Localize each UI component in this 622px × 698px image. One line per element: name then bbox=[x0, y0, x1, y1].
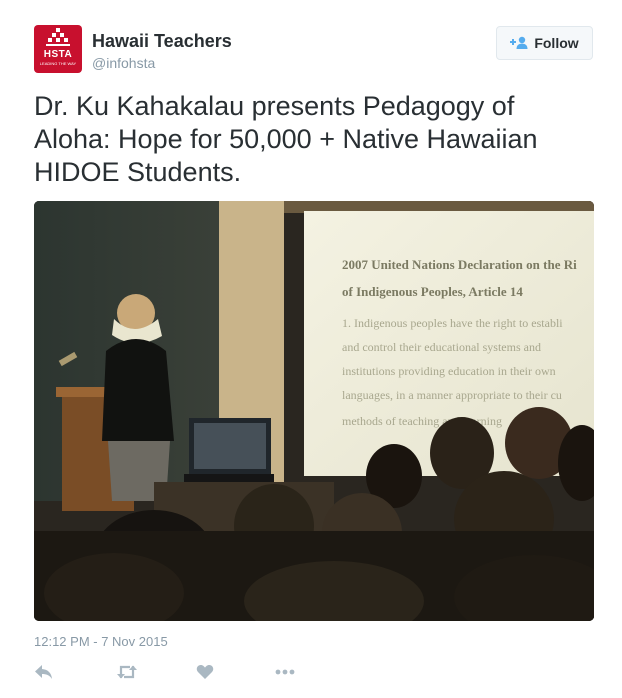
slide-line-2: of Indigenous Peoples, Article 14 bbox=[342, 284, 523, 299]
tweet-text: Dr. Ku Kahakalau presents Pedagogy of Al… bbox=[34, 91, 538, 187]
hsta-logo-icon bbox=[46, 28, 70, 46]
retweet-button[interactable] bbox=[116, 664, 140, 686]
logo-tagline: LEADING THE WAY bbox=[39, 61, 77, 66]
more-button[interactable] bbox=[274, 664, 298, 686]
like-button[interactable] bbox=[196, 664, 220, 686]
reply-button[interactable] bbox=[34, 664, 58, 686]
reply-icon bbox=[35, 665, 52, 679]
tweet-timestamp[interactable]: 12:12 PM - 7 Nov 2015 bbox=[34, 634, 168, 649]
account-handle[interactable]: @infohsta bbox=[92, 55, 155, 71]
retweet-icon bbox=[117, 665, 137, 679]
slide-line-6: languages, in a manner appropriate to th… bbox=[342, 388, 562, 402]
slide-line-3: 1. Indigenous peoples have the right to … bbox=[342, 316, 563, 330]
tweet-header: HSTA LEADING THE WAY Hawaii Teachers @in… bbox=[34, 25, 594, 75]
follow-button[interactable]: Follow bbox=[496, 26, 593, 60]
slide-line-4: and control their educational systems an… bbox=[342, 340, 541, 354]
photo-scene: 2007 United Nations Declaration on the R… bbox=[34, 201, 594, 621]
follow-button-label: Follow bbox=[534, 35, 579, 51]
logo-text: HSTA bbox=[43, 49, 73, 60]
account-name[interactable]: Hawaii Teachers bbox=[92, 31, 232, 51]
slide-line-1: 2007 United Nations Declaration on the R… bbox=[342, 257, 577, 272]
slide-line-5: institutions providing education in thei… bbox=[342, 364, 556, 378]
tweet-actions bbox=[34, 664, 334, 686]
follow-person-plus-icon bbox=[510, 36, 528, 49]
more-dots-icon bbox=[275, 669, 295, 675]
avatar[interactable]: HSTA LEADING THE WAY bbox=[34, 25, 82, 73]
tweet-photo[interactable]: 2007 United Nations Declaration on the R… bbox=[34, 201, 594, 621]
heart-icon bbox=[196, 665, 214, 679]
